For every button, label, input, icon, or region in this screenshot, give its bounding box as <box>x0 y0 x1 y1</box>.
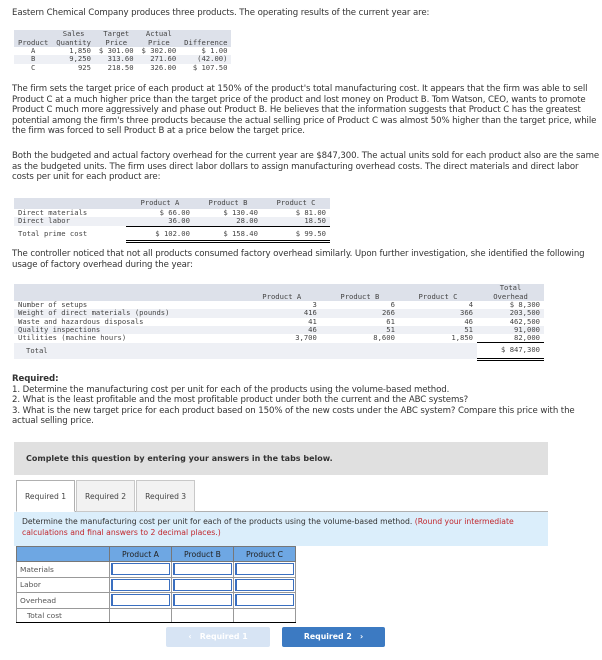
col-header: Product A <box>242 292 321 301</box>
table-row: C 925 218.50 326.00 $ 107.50 <box>14 62 231 72</box>
cell: $ 99.50 <box>261 225 330 243</box>
overhead-product-b-input[interactable] <box>173 594 232 606</box>
cell: 8,600 <box>373 333 395 343</box>
prev-button-label: Required 1 <box>199 632 248 641</box>
overhead-product-a-input[interactable] <box>111 594 170 606</box>
cell: 82,000 <box>514 333 540 343</box>
required-item: 3. What is the new target price for each… <box>12 405 575 427</box>
col-header <box>14 284 243 293</box>
required-item: 1. Determine the manufacturing cost per … <box>12 384 450 395</box>
controller-paragraph: The controller noticed that not all prod… <box>12 249 585 270</box>
col-header <box>16 546 110 562</box>
col-header: Product B <box>193 198 262 209</box>
col-header: Product A <box>125 198 194 209</box>
overhead-product-c-input[interactable] <box>235 594 294 606</box>
row-label: Total cost <box>16 607 110 623</box>
operating-results-table: Sales Target Actual Product Quantity Pri… <box>14 29 232 72</box>
cell <box>320 342 399 360</box>
cell: 28.00 <box>193 216 262 226</box>
cell: $ 102.00 <box>125 225 194 243</box>
tab-required-2[interactable]: Required 2 <box>76 480 136 512</box>
total-product-c-cell <box>233 607 296 623</box>
total-product-b-cell <box>171 607 234 623</box>
col-header: Product C <box>233 546 296 562</box>
instruction-box: Determine the manufacturing cost per uni… <box>14 512 548 546</box>
required-item: 2. What is the least profitable and the … <box>12 395 469 406</box>
next-required-button[interactable]: Required 2 › <box>282 627 385 647</box>
col-header: Product B <box>320 292 399 301</box>
header-row-2: Product A Product B Product C Overhead <box>14 292 544 301</box>
total-product-a-cell <box>109 607 172 623</box>
labor-product-b-input[interactable] <box>173 578 232 591</box>
answer-row-labor: Labor <box>16 576 296 593</box>
labor-product-a-input[interactable] <box>111 578 170 591</box>
cell <box>242 342 321 360</box>
answer-row-overhead: Overhead <box>16 592 296 609</box>
cell: C <box>30 62 36 72</box>
row-label: Utilities (machine hours) <box>18 333 127 343</box>
next-button-label: Required 2 <box>303 632 352 641</box>
required-title: Required: <box>12 374 59 384</box>
intro-text: Eastern Chemical Company produces three … <box>12 8 430 18</box>
tab-required-1[interactable]: Required 1 <box>16 480 76 512</box>
chevron-left-icon: ‹ <box>188 632 192 641</box>
cell: 326.00 <box>150 62 177 72</box>
tab-required-3[interactable]: Required 3 <box>136 480 196 512</box>
col-header: Product C <box>398 292 478 301</box>
col-header: Product B <box>171 546 234 562</box>
cell: 925 <box>77 62 91 72</box>
materials-product-b-input[interactable] <box>173 563 232 575</box>
chevron-right-icon: › <box>359 632 364 641</box>
complete-question-banner: Complete this question by entering your … <box>14 442 548 475</box>
required-section: Required: 1. Determine the manufacturing… <box>12 374 600 427</box>
row-label: Direct labor <box>14 217 126 226</box>
target-price-paragraph: The firm sets the target price of each p… <box>12 84 597 137</box>
cell: $ 158.40 <box>193 225 262 243</box>
tab-bar: Required 1 Required 2 Required 3 <box>16 480 196 512</box>
cell: 1,850 <box>451 333 474 343</box>
materials-product-c-input[interactable] <box>235 563 294 575</box>
instruction-text: Determine the manufacturing cost per uni… <box>22 517 413 526</box>
answer-row-total: Total cost <box>16 607 296 623</box>
row-label: Total <box>14 342 243 360</box>
cell: $ 107.50 <box>192 62 228 72</box>
row-label: Overhead <box>16 592 110 609</box>
table-row: Utilities (machine hours) 3,700 8,600 1,… <box>14 334 544 343</box>
materials-product-a-input[interactable] <box>111 563 170 575</box>
col-header: Product A <box>109 546 172 562</box>
cell: 18.50 <box>261 216 330 226</box>
row-label: Total prime cost <box>18 229 88 238</box>
cell: 3,700 <box>295 333 317 343</box>
row-label: Materials <box>16 561 110 578</box>
overhead-usage-table: Total Product A Product B Product C Over… <box>14 283 544 361</box>
header-row: Product A Product B Product C <box>14 198 330 209</box>
cell: 218.50 <box>107 62 134 72</box>
col-header: Product C <box>261 198 330 209</box>
table-row: Direct labor 36.00 28.00 18.50 <box>14 216 330 226</box>
col-header <box>14 198 126 209</box>
row-label: Labor <box>16 576 110 593</box>
answer-table: Product A Product B Product C Materials … <box>16 546 296 623</box>
header-row: Product A Product B Product C <box>16 546 296 562</box>
prev-required-button[interactable]: ‹ Required 1 <box>166 627 270 647</box>
total-row: Total prime cost $ 102.00 $ 158.40 $ 99.… <box>14 225 330 243</box>
total-row: Total $ 847,300 <box>14 342 544 361</box>
cell: 36.00 <box>125 216 194 226</box>
labor-product-c-input[interactable] <box>235 578 294 591</box>
overhead-paragraph: Both the budgeted and actual factory ove… <box>12 151 600 183</box>
prime-cost-table: Product A Product B Product C Direct mat… <box>14 198 330 243</box>
cell <box>398 342 478 360</box>
answer-row-materials: Materials <box>16 561 296 578</box>
cell: $ 847,300 <box>477 342 544 361</box>
